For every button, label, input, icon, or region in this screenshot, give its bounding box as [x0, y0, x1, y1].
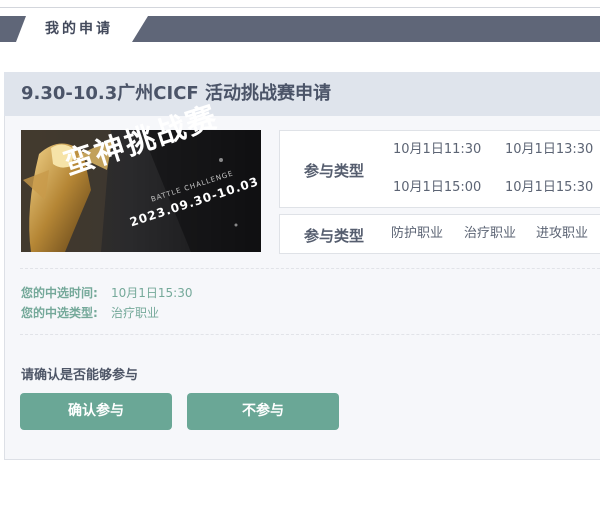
role-option[interactable]: 治疗职业 [464, 226, 516, 242]
time-option[interactable]: 10月1日13:30 [505, 142, 593, 158]
section-divider [20, 268, 600, 269]
confirm-participate-button[interactable]: 确认参与 [20, 393, 172, 430]
role-option[interactable]: 进攻职业 [536, 226, 588, 242]
time-option[interactable]: 10月1日15:00 [393, 180, 481, 196]
my-applications-tab-label: 我的申请 [45, 21, 113, 37]
role-option[interactable]: 防护职业 [391, 226, 443, 242]
selected-type-label: 您的中选类型: [21, 306, 98, 320]
selected-time-label: 您的中选时间: [21, 286, 98, 300]
time-slot-panel-label: 参与类型 [304, 162, 365, 180]
time-option[interactable]: 10月1日11:30 [393, 142, 481, 158]
selected-time-value: 10月1日15:30 [111, 286, 193, 300]
section-divider [20, 334, 600, 335]
selected-type-value: 治疗职业 [111, 306, 160, 320]
confirm-prompt: 请确认是否能够参与 [21, 368, 139, 383]
time-option[interactable]: 10月1日15:30 [505, 180, 593, 196]
role-panel-label: 参与类型 [304, 227, 365, 245]
top-divider [0, 7, 600, 8]
decline-button[interactable]: 不参与 [187, 393, 339, 430]
